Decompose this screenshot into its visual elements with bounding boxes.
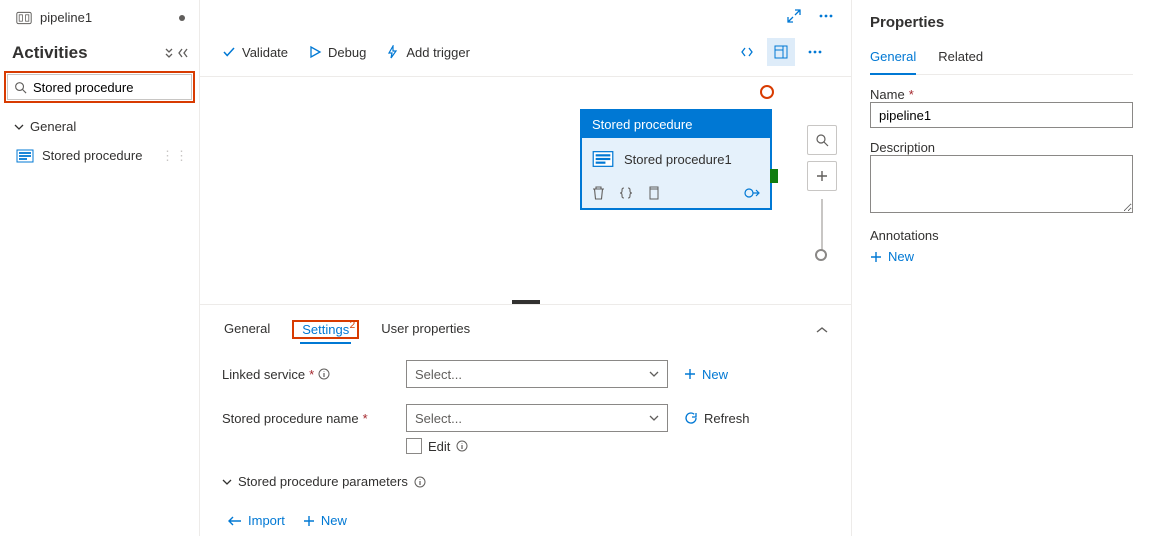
stored-procedure-icon [16,149,34,163]
tab-settings[interactable]: Settings [300,314,351,347]
zoom-slider[interactable] [821,199,823,257]
validate-button[interactable]: Validate [222,45,288,60]
properties-tab-general[interactable]: General [870,43,916,74]
collapse-panel-icon[interactable] [177,47,189,59]
node-name: Stored procedure1 [624,152,732,167]
code-braces-icon[interactable] [619,186,633,200]
plus-icon [303,515,315,527]
select-placeholder: Select... [415,411,462,426]
new-annotation-label: New [888,249,914,264]
activity-node-stored-procedure[interactable]: Stored procedure Stored procedure1 [580,109,772,210]
success-connector[interactable] [770,169,778,183]
import-icon [226,515,242,527]
description-field-label: Description [870,140,935,155]
chevron-down-icon [14,122,24,132]
activity-item-stored-procedure[interactable]: Stored procedure [14,144,144,167]
highlight-badge: 2 [350,320,356,331]
delete-icon[interactable] [592,186,605,200]
new-linked-service-button[interactable]: New [684,367,728,382]
sp-name-label: Stored procedure name [222,411,359,426]
sp-parameters-toggle[interactable]: Stored procedure parameters [222,474,829,489]
more-icon[interactable] [815,10,837,22]
search-canvas-button[interactable] [807,125,837,155]
pipeline-tab-title: pipeline1 [40,10,171,25]
code-view-icon[interactable] [733,38,761,66]
refresh-sp-button[interactable]: Refresh [684,411,750,426]
linked-service-label: Linked service [222,367,305,382]
output-connector-icon[interactable] [744,186,760,200]
collapse-all-icon[interactable] [163,47,175,59]
new-annotation-button[interactable]: New [870,249,1133,264]
debug-button[interactable]: Debug [308,45,366,60]
properties-toggle-icon[interactable] [767,38,795,66]
new-param-label: New [321,513,347,528]
new-label: New [702,367,728,382]
checkmark-icon [222,45,236,59]
import-label: Import [248,513,285,528]
edit-checkbox[interactable] [406,438,422,454]
debug-label: Debug [328,45,366,60]
refresh-label: Refresh [704,411,750,426]
dirty-indicator-icon [179,15,185,21]
name-input[interactable] [870,102,1133,128]
panel-resize-handle[interactable] [512,300,540,304]
properties-panel: Properties General Related Name * Descri… [851,0,1151,536]
pipeline-icon [16,11,32,25]
node-header: Stored procedure [582,111,770,138]
expand-icon[interactable] [783,5,805,27]
activities-group-general[interactable]: General [12,113,191,140]
properties-tab-related[interactable]: Related [938,43,983,74]
refresh-icon [684,411,698,425]
add-trigger-button[interactable]: Add trigger [386,45,470,60]
chevron-down-icon [649,414,659,422]
validate-label: Validate [242,45,288,60]
import-parameters-button[interactable]: Import [226,513,285,528]
trigger-icon [386,45,400,59]
linked-service-select[interactable]: Select... [406,360,668,388]
annotations-label: Annotations [870,228,939,243]
sp-name-select[interactable]: Select... [406,404,668,432]
more-actions-icon[interactable] [801,38,829,66]
plus-icon [870,251,882,263]
required-marker: * [363,411,368,426]
node-status-icon [760,85,774,99]
zoom-in-button[interactable] [807,161,837,191]
new-parameter-button[interactable]: New [303,513,347,528]
activities-group-label: General [30,119,76,134]
info-icon[interactable] [318,368,330,380]
chevron-down-icon [222,477,232,487]
tab-user-properties[interactable]: User properties [379,313,472,346]
pipeline-tab[interactable]: pipeline1 [12,4,191,35]
activity-search-highlight [4,71,195,103]
activities-heading: Activities [12,43,88,63]
activity-search-input[interactable] [33,80,185,95]
play-icon [308,45,322,59]
tab-general[interactable]: General [222,313,272,346]
required-marker: * [909,87,914,102]
required-marker: * [309,367,314,382]
chevron-down-icon [649,370,659,378]
stored-procedure-icon [592,150,614,168]
drag-handle-icon[interactable]: ⋮⋮ [161,148,189,164]
copy-icon[interactable] [647,186,660,200]
sp-parameters-label: Stored procedure parameters [238,474,408,489]
name-field-label: Name [870,87,905,102]
description-input[interactable] [870,155,1133,213]
pipeline-canvas[interactable]: Stored procedure Stored procedure1 [200,77,851,304]
activities-sidebar: pipeline1 Activities General [0,0,200,536]
tab-settings-highlight: Settings 2 [292,320,359,339]
collapse-lower-panel-icon[interactable] [815,325,829,335]
edit-label: Edit [428,439,450,454]
search-icon [14,81,27,94]
select-placeholder: Select... [415,367,462,382]
activity-item-label: Stored procedure [42,148,142,163]
plus-icon [684,368,696,380]
info-icon[interactable] [456,440,468,452]
properties-title: Properties [870,14,1133,31]
info-icon[interactable] [414,476,426,488]
add-trigger-label: Add trigger [406,45,470,60]
zoom-slider-thumb[interactable] [815,249,827,261]
